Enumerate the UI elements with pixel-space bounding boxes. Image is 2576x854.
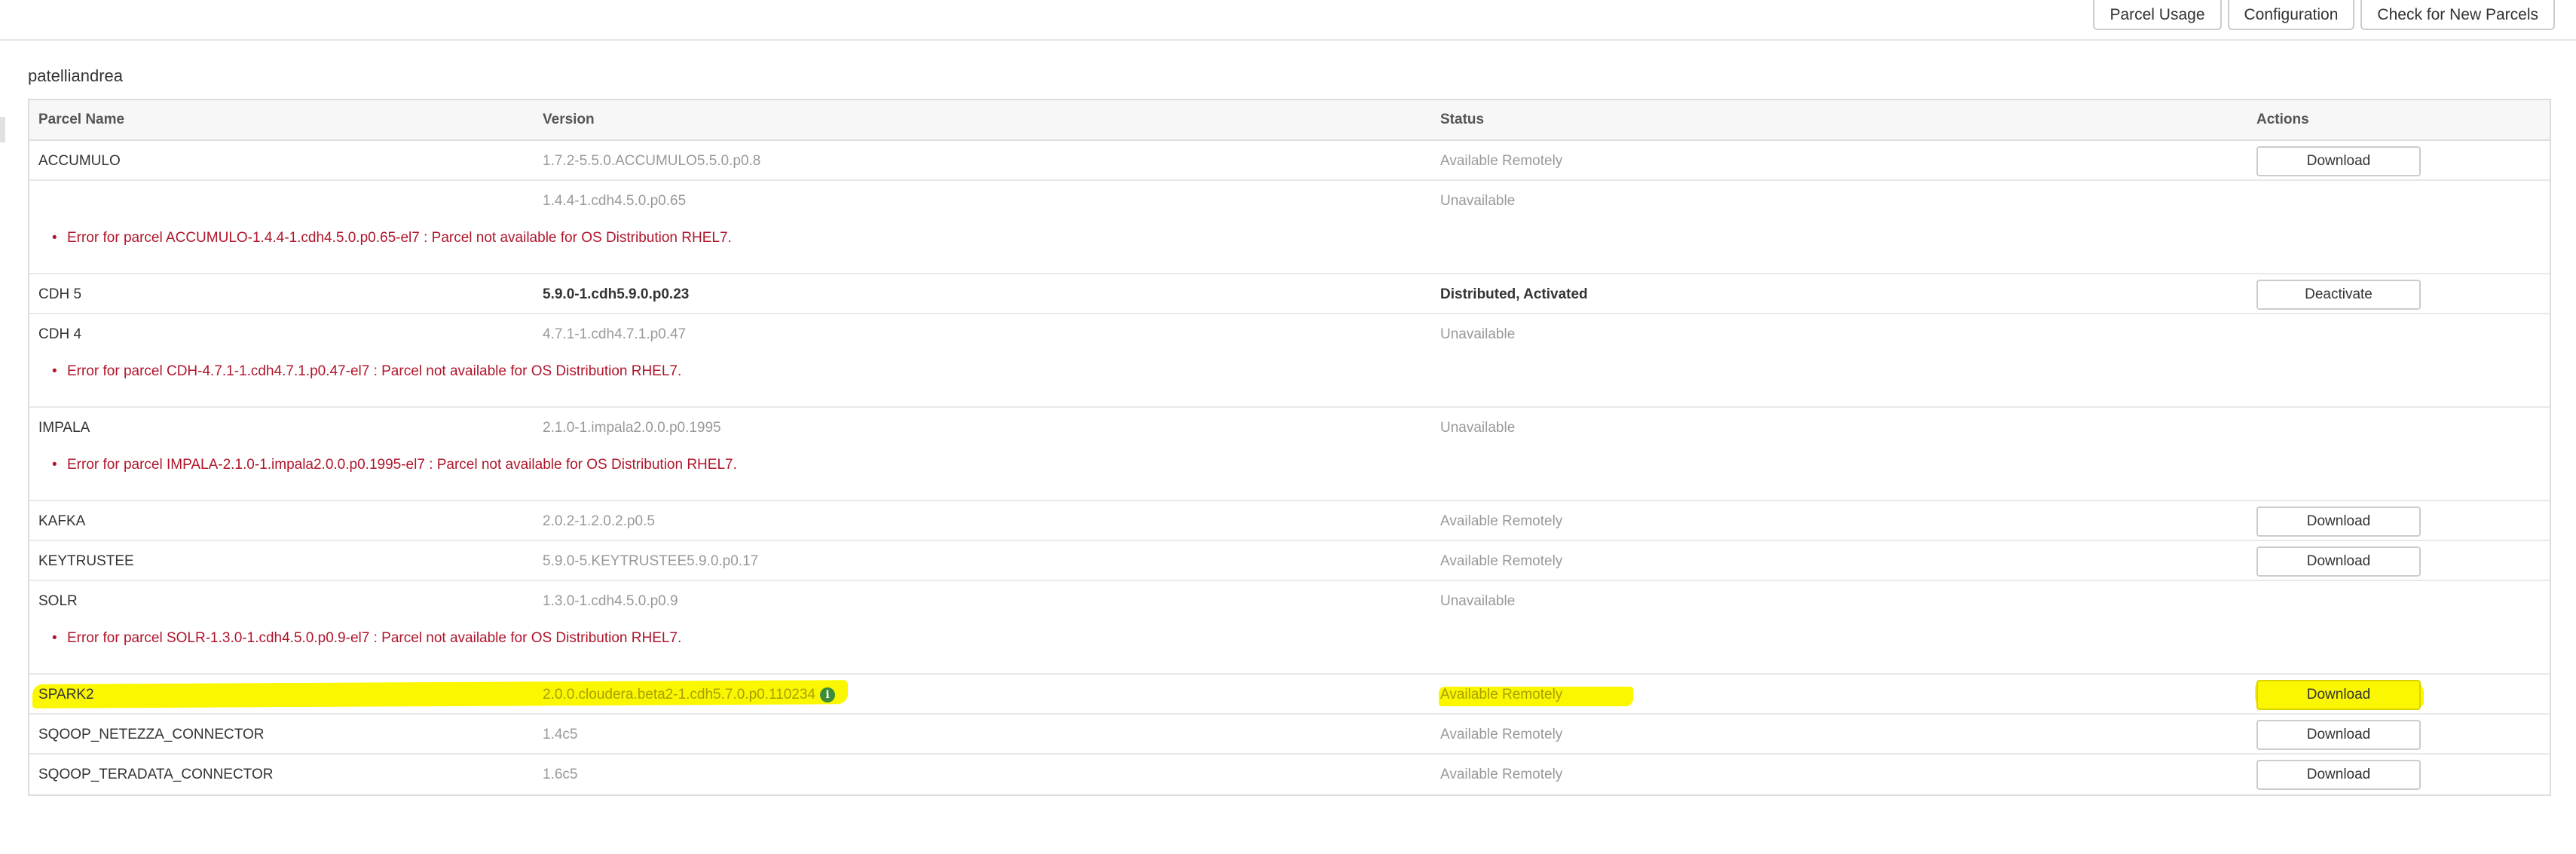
header-status: Status (1440, 112, 1485, 127)
parcel-status: Unavailable (1440, 326, 1516, 342)
header-version: Version (543, 112, 595, 127)
parcel-name: SOLR (38, 593, 78, 609)
top-toolbar: Parcel Usage Configuration Check for New… (0, 0, 2576, 41)
table-row: SQOOP_NETEZZA_CONNECTOR 1.4c5 Available … (29, 715, 2550, 755)
check-new-parcels-button[interactable]: Check for New Parcels (2360, 0, 2555, 30)
parcel-status: Available Remotely (1440, 153, 1563, 169)
parcel-status: Unavailable (1440, 193, 1516, 209)
parcel-name: IMPALA (38, 420, 90, 436)
parcel-status: Available Remotely (1440, 553, 1563, 569)
parcel-table: Parcel Name Version Status Actions ACCUM… (28, 99, 2551, 796)
download-button[interactable]: Download (2256, 720, 2421, 750)
parcel-version-cell: 2.0.0.cloudera.beta2-1.cdh5.7.0.p0.11023… (543, 675, 835, 715)
error-bullet: • (52, 363, 57, 379)
error-bullet: • (52, 457, 57, 473)
parcel-name: CDH 4 (38, 326, 82, 342)
parcel-status: Available Remotely (1440, 513, 1563, 529)
parcel-status: Available Remotely (1440, 727, 1563, 742)
table-row: 1.4.4-1.cdh4.5.0.p0.65 Unavailable (29, 181, 2550, 221)
parcel-version: 1.3.0-1.cdh4.5.0.p0.9 (543, 593, 678, 609)
table-row: KEYTRUSTEE 5.9.0-5.KEYTRUSTEE5.9.0.p0.17… (29, 541, 2550, 581)
header-actions: Actions (2256, 112, 2309, 127)
download-button[interactable]: Download (2256, 680, 2421, 710)
table-row: KAFKA 2.0.2-1.2.0.2.p0.5 Available Remot… (29, 501, 2550, 541)
table-row: SOLR 1.3.0-1.cdh4.5.0.p0.9 Unavailable (29, 581, 2550, 621)
host-title: patelliandrea (28, 66, 123, 85)
parcel-status: Available Remotely (1440, 687, 1563, 702)
parcel-version: 2.0.0.cloudera.beta2-1.cdh5.7.0.p0.11023… (543, 687, 815, 702)
parcel-name: KAFKA (38, 513, 86, 529)
download-button[interactable]: Download (2256, 546, 2421, 577)
parcel-version: 2.0.2-1.2.0.2.p0.5 (543, 513, 655, 529)
parcel-version: 1.4.4-1.cdh4.5.0.p0.65 (543, 193, 687, 209)
parcel-usage-button[interactable]: Parcel Usage (2093, 0, 2222, 30)
error-bullet: • (52, 230, 57, 246)
error-message: Error for parcel CDH-4.7.1-1.cdh4.7.1.p0… (67, 363, 682, 379)
error-row: • Error for parcel CDH-4.7.1-1.cdh4.7.1.… (29, 354, 2550, 408)
parcel-version: 1.7.2-5.5.0.ACCUMULO5.5.0.p0.8 (543, 153, 761, 169)
table-row-highlighted: SPARK2 2.0.0.cloudera.beta2-1.cdh5.7.0.p… (29, 675, 2550, 715)
error-row: • Error for parcel SOLR-1.3.0-1.cdh4.5.0… (29, 621, 2550, 675)
table-header: Parcel Name Version Status Actions (29, 100, 2550, 141)
parcel-version: 5.9.0-5.KEYTRUSTEE5.9.0.p0.17 (543, 553, 759, 569)
header-parcel-name: Parcel Name (38, 112, 125, 127)
parcel-version: 2.1.0-1.impala2.0.0.p0.1995 (543, 420, 721, 436)
table-row: IMPALA 2.1.0-1.impala2.0.0.p0.1995 Unava… (29, 408, 2550, 448)
error-bullet: • (52, 630, 57, 646)
parcel-version: 1.6c5 (543, 767, 578, 782)
table-row: CDH 4 4.7.1-1.cdh4.7.1.p0.47 Unavailable (29, 314, 2550, 354)
table-row: CDH 5 5.9.0-1.cdh5.9.0.p0.23 Distributed… (29, 274, 2550, 314)
parcel-status: Unavailable (1440, 593, 1516, 609)
parcel-version: 1.4c5 (543, 727, 578, 742)
deactivate-button[interactable]: Deactivate (2256, 280, 2421, 310)
parcel-status: Distributed, Activated (1440, 286, 1588, 302)
parcel-status: Unavailable (1440, 420, 1516, 436)
parcel-name: SQOOP_TERADATA_CONNECTOR (38, 767, 274, 782)
toolbar-button-group: Parcel Usage Configuration Check for New… (2093, 0, 2555, 30)
error-row: • Error for parcel IMPALA-2.1.0-1.impala… (29, 448, 2550, 501)
parcel-name: SPARK2 (38, 687, 94, 702)
parcel-version: 4.7.1-1.cdh4.7.1.p0.47 (543, 326, 687, 342)
parcel-name: SQOOP_NETEZZA_CONNECTOR (38, 727, 265, 742)
parcel-version: 5.9.0-1.cdh5.9.0.p0.23 (543, 286, 690, 302)
error-message: Error for parcel IMPALA-2.1.0-1.impala2.… (67, 457, 737, 473)
table-row: ACCUMULO 1.7.2-5.5.0.ACCUMULO5.5.0.p0.8 … (29, 141, 2550, 181)
configuration-button[interactable]: Configuration (2227, 0, 2355, 30)
parcel-status: Available Remotely (1440, 767, 1563, 782)
download-button[interactable]: Download (2256, 507, 2421, 537)
left-scroll-marker (0, 117, 5, 142)
download-button[interactable]: Download (2256, 760, 2421, 790)
download-button[interactable]: Download (2256, 146, 2421, 176)
error-message: Error for parcel SOLR-1.3.0-1.cdh4.5.0.p… (67, 630, 682, 646)
parcel-name: ACCUMULO (38, 153, 121, 169)
parcel-name: KEYTRUSTEE (38, 553, 134, 569)
parcel-name: CDH 5 (38, 286, 82, 302)
error-message: Error for parcel ACCUMULO-1.4.4-1.cdh4.5… (67, 230, 732, 246)
info-icon[interactable]: i (820, 687, 835, 702)
error-row: • Error for parcel ACCUMULO-1.4.4-1.cdh4… (29, 221, 2550, 274)
table-row: SQOOP_TERADATA_CONNECTOR 1.6c5 Available… (29, 755, 2550, 794)
